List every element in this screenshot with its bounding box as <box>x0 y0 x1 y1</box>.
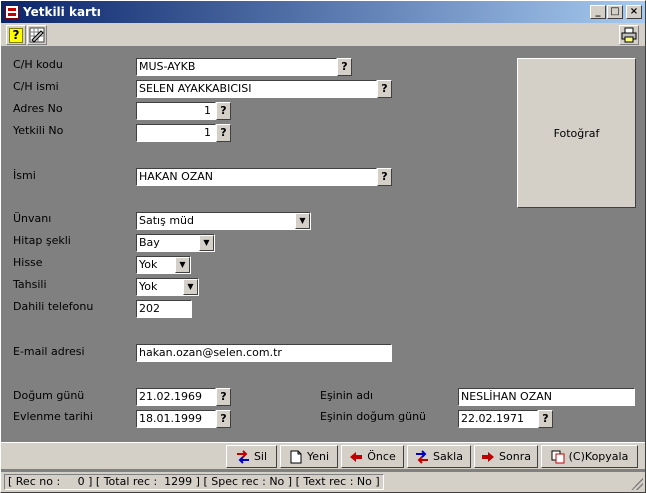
action-bar: Sil Yeni Önce Sakla Sonra (C)Kopyala <box>1 442 645 469</box>
isim-lookup-button[interactable]: ? <box>377 168 392 186</box>
adres-no-label: Adres No <box>13 102 63 115</box>
chevron-down-icon[interactable]: ▼ <box>175 257 190 273</box>
sakla-button[interactable]: Sakla <box>407 445 471 468</box>
email-field[interactable]: hakan.ozan@selen.com.tr <box>136 344 392 362</box>
copy-icon <box>551 450 565 463</box>
arrow-left-icon <box>350 451 363 462</box>
photo-label: Fotoğraf <box>553 126 600 140</box>
hitap-label: Hitap şekli <box>13 234 71 247</box>
printer-icon <box>621 27 637 43</box>
ch-ismi-label: C/H ismi <box>13 80 59 93</box>
yetkili-no-label: Yetkili No <box>13 124 64 137</box>
hisse-value: Yok <box>139 258 158 271</box>
pencil-grid-icon <box>29 27 45 43</box>
yeni-label: Yeni <box>306 450 330 463</box>
delete-arrows-icon <box>236 449 249 464</box>
hisse-select[interactable]: Yok ▼ <box>136 256 191 274</box>
resize-grip-icon[interactable] <box>631 478 643 490</box>
title-bar: Yetkili kartı _ □ × <box>1 1 645 23</box>
minimize-button[interactable]: _ <box>590 5 606 19</box>
edit-form-button[interactable] <box>27 25 47 45</box>
ch-kodu-lookup-button[interactable]: ? <box>337 58 352 76</box>
tahsil-label: Tahsili <box>13 278 47 291</box>
evlenme-label: Evlenme tarihi <box>13 410 93 423</box>
adres-no-field[interactable]: 1 <box>136 102 216 120</box>
yeni-button[interactable]: Yeni <box>280 445 338 468</box>
sil-label: Sil <box>253 450 268 463</box>
hitap-value: Bay <box>139 236 160 249</box>
window-controls: _ □ × <box>590 5 642 19</box>
save-arrows-icon <box>416 449 429 464</box>
esin-adi-field[interactable]: NESLİHAN OZAN <box>458 388 635 406</box>
esin-adi-label: Eşinin adı <box>320 389 374 402</box>
hisse-label: Hisse <box>13 256 43 269</box>
dogum-field[interactable]: 21.02.1969 <box>136 388 216 406</box>
yetkili-karti-window: Yetkili kartı _ □ × ? C/H kodu MUS-AYKB … <box>0 0 646 493</box>
print-button[interactable] <box>619 25 639 45</box>
sonra-button[interactable]: Sonra <box>474 445 538 468</box>
arrow-right-icon <box>482 451 495 462</box>
help-button[interactable]: ? <box>6 25 26 45</box>
window-title: Yetkili kartı <box>23 5 101 19</box>
maximize-button[interactable]: □ <box>607 5 623 19</box>
isim-label: İsmi <box>13 169 36 182</box>
ch-ismi-field[interactable]: SELEN AYAKKABICISI <box>136 80 377 98</box>
hitap-select[interactable]: Bay ▼ <box>136 234 215 252</box>
esin-dogum-calendar-button[interactable]: ? <box>538 410 553 428</box>
close-button[interactable]: × <box>626 5 642 19</box>
ch-kodu-label: C/H kodu <box>13 58 63 71</box>
chevron-down-icon[interactable]: ▼ <box>199 235 214 251</box>
email-label: E-mail adresi <box>13 345 85 358</box>
dahili-field[interactable]: 202 <box>136 300 192 318</box>
toolbar: ? <box>1 23 645 47</box>
dahili-label: Dahili telefonu <box>13 300 94 313</box>
status-bar: [ Rec no : 0 ] [ Total rec : 1299 ] [ Sp… <box>1 471 645 492</box>
sonra-label: Sonra <box>499 450 531 463</box>
tahsil-select[interactable]: Yok ▼ <box>136 278 199 296</box>
kopyala-label: (C)Kopyala <box>568 450 629 463</box>
esin-dogum-label: Eşinin doğum günü <box>320 410 427 423</box>
help-icon: ? <box>9 27 23 43</box>
app-icon <box>5 5 19 19</box>
yetkili-no-field[interactable]: 1 <box>136 124 216 142</box>
once-button[interactable]: Önce <box>341 445 404 468</box>
unvan-value: Satış müd <box>139 214 194 227</box>
ch-kodu-field[interactable]: MUS-AYKB <box>136 58 337 76</box>
unvan-label: Ünvanı <box>13 212 52 225</box>
evlenme-calendar-button[interactable]: ? <box>216 410 231 428</box>
photo-panel[interactable]: Fotoğraf <box>517 58 636 208</box>
unvan-select[interactable]: Satış müd ▼ <box>136 212 311 230</box>
evlenme-field[interactable]: 18.01.1999 <box>136 410 216 428</box>
sil-button[interactable]: Sil <box>226 445 277 468</box>
sakla-label: Sakla <box>433 450 463 463</box>
esin-dogum-field[interactable]: 22.02.1971 <box>458 410 538 428</box>
dogum-calendar-button[interactable]: ? <box>216 388 231 406</box>
adres-no-lookup-button[interactable]: ? <box>216 102 231 120</box>
status-text: [ Rec no : 0 ] [ Total rec : 1299 ] [ Sp… <box>4 474 384 490</box>
ch-ismi-lookup-button[interactable]: ? <box>377 80 392 98</box>
dogum-label: Doğum günü <box>13 389 85 402</box>
chevron-down-icon[interactable]: ▼ <box>183 279 198 295</box>
tahsil-value: Yok <box>139 280 158 293</box>
new-document-icon <box>290 450 302 463</box>
chevron-down-icon[interactable]: ▼ <box>295 213 310 229</box>
isim-field[interactable]: HAKAN OZAN <box>136 168 377 186</box>
once-label: Önce <box>367 450 396 463</box>
yetkili-no-lookup-button[interactable]: ? <box>216 124 231 142</box>
kopyala-button[interactable]: (C)Kopyala <box>541 445 638 468</box>
